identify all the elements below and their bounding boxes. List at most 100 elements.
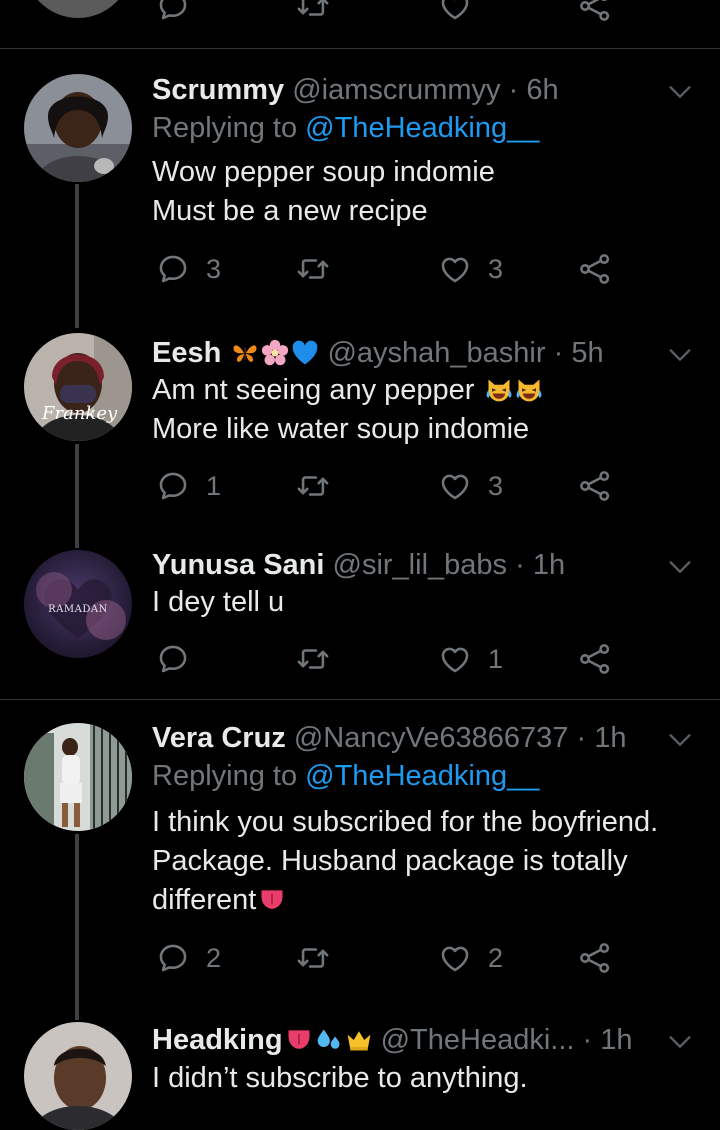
share-button[interactable] [578, 0, 612, 26]
like-button[interactable]: 3 [438, 466, 503, 506]
replying-to-label: Replying to [152, 760, 306, 792]
like-button[interactable]: 2 [438, 938, 503, 978]
mention-link[interactable]: @TheHeadking__ [305, 112, 539, 144]
tweet-text: Am nt seeing any pepper More like water … [152, 371, 543, 449]
replying-to-label: Replying to [152, 112, 306, 144]
avatar[interactable]: RAMADAN [24, 550, 132, 658]
display-name[interactable]: Headking [152, 1024, 283, 1056]
display-name[interactable]: Vera Cruz [152, 722, 286, 754]
reply-icon [156, 941, 190, 975]
tweet[interactable]: Headking @TheHeadki... · 1h I didn’t sub… [0, 1022, 720, 1130]
retweet-icon [296, 252, 330, 286]
tweet[interactable]: RAMADAN Yunusa Sani @sir_lil_babs · 1h I… [0, 547, 720, 697]
replying-to: Replying to @TheHeadking__ [152, 110, 539, 146]
handle[interactable]: @iamscrummyy [292, 74, 500, 106]
more-options-button[interactable] [666, 341, 694, 369]
retweet-button[interactable] [296, 249, 346, 289]
chevron-down-icon [666, 1028, 694, 1056]
tweet-text-line: Am nt seeing any pepper [152, 371, 543, 410]
reply-button[interactable]: 2 [156, 938, 221, 978]
crown-icon [345, 1026, 373, 1054]
display-name[interactable]: Eesh [152, 337, 221, 369]
handle[interactable]: @TheHeadki... [381, 1024, 575, 1056]
like-button[interactable]: 1 [438, 639, 503, 679]
display-name[interactable]: Yunusa Sani [152, 549, 324, 581]
timestamp[interactable]: 5h [571, 337, 603, 369]
tongue-icon [258, 886, 286, 914]
blossom-icon [261, 339, 289, 367]
share-button[interactable] [578, 639, 612, 679]
share-button[interactable] [578, 249, 612, 289]
more-options-button[interactable] [666, 1028, 694, 1056]
divider [0, 48, 720, 49]
avatar[interactable] [24, 0, 132, 18]
retweet-button[interactable] [296, 466, 346, 506]
tongue-icon [285, 1026, 313, 1054]
retweet-icon [296, 941, 330, 975]
avatar[interactable] [24, 723, 132, 831]
more-options-button[interactable] [666, 553, 694, 581]
like-icon [438, 469, 472, 503]
like-icon [438, 252, 472, 286]
tweet[interactable]: Frankey Eesh @ayshah_bashir · 5h Am nt s… [0, 333, 720, 535]
reply-button[interactable]: 1 [156, 466, 221, 506]
handle[interactable]: @sir_lil_babs [333, 549, 508, 581]
more-options-button[interactable] [666, 726, 694, 754]
reply-button[interactable] [156, 0, 206, 26]
tweet-actions [152, 0, 672, 26]
tweet-header: Scrummy @iamscrummyy · 6h [152, 72, 559, 108]
share-button[interactable] [578, 466, 612, 506]
tweet-header: Eesh @ayshah_bashir · 5h [152, 335, 604, 371]
avatar[interactable] [24, 1022, 132, 1130]
retweet-button[interactable] [296, 639, 346, 679]
like-icon [438, 642, 472, 676]
avatar[interactable]: Frankey [24, 333, 132, 441]
tweet-text-line: I think you subscribed for the boyfriend… [152, 806, 659, 838]
mention-link[interactable]: @TheHeadking__ [305, 760, 539, 792]
tweet[interactable]: Scrummy @iamscrummyy · 6h Replying to @T… [0, 72, 720, 302]
tweet-text: Wow pepper soup indomie Must be a new re… [152, 153, 495, 231]
like-button[interactable]: 3 [438, 249, 503, 289]
like-button[interactable] [438, 0, 488, 26]
tweet-text-line: different [152, 881, 658, 920]
cat-tears-of-joy-icon [515, 376, 543, 404]
tweet-text-line: Wow pepper soup indomie [152, 156, 495, 188]
retweet-button[interactable] [296, 938, 346, 978]
tweet-actions: 3 3 [152, 249, 672, 289]
timestamp[interactable]: 1h [533, 549, 565, 581]
tweet-partial-top[interactable] [0, 0, 720, 48]
tweet-actions: 2 2 [152, 938, 672, 978]
tweet-text: I think you subscribed for the boyfriend… [152, 803, 658, 920]
chevron-down-icon [666, 553, 694, 581]
display-name[interactable]: Scrummy [152, 74, 284, 106]
tweet-text-line: Package. Husband package is totally [152, 845, 628, 877]
share-button[interactable] [578, 938, 612, 978]
share-icon [578, 0, 612, 23]
chevron-down-icon [666, 341, 694, 369]
separator-dot: · [553, 337, 564, 369]
retweet-button[interactable] [296, 0, 346, 26]
cat-tears-of-joy-icon [485, 376, 513, 404]
retweet-icon [296, 469, 330, 503]
separator-dot: · [582, 1024, 593, 1056]
tweet-actions: 1 3 [152, 466, 672, 506]
butterfly-icon [231, 339, 259, 367]
share-icon [578, 642, 612, 676]
handle[interactable]: @ayshah_bashir [327, 337, 545, 369]
droplets-icon [315, 1026, 343, 1054]
reply-button[interactable]: 3 [156, 249, 221, 289]
chevron-down-icon [666, 78, 694, 106]
tweet[interactable]: Vera Cruz @NancyVe63866737 · 1h Replying… [0, 720, 720, 1000]
tweet-text-line: Must be a new recipe [152, 195, 428, 227]
timestamp[interactable]: 1h [594, 722, 626, 754]
timestamp[interactable]: 6h [526, 74, 558, 106]
tweet-text: I dey tell u [152, 583, 284, 622]
tweet-header: Vera Cruz @NancyVe63866737 · 1h [152, 720, 626, 756]
avatar[interactable] [24, 74, 132, 182]
reply-button[interactable] [156, 639, 206, 679]
retweet-icon [296, 0, 330, 23]
handle[interactable]: @NancyVe63866737 [294, 722, 569, 754]
more-options-button[interactable] [666, 78, 694, 106]
like-icon [438, 0, 472, 23]
timestamp[interactable]: 1h [600, 1024, 632, 1056]
